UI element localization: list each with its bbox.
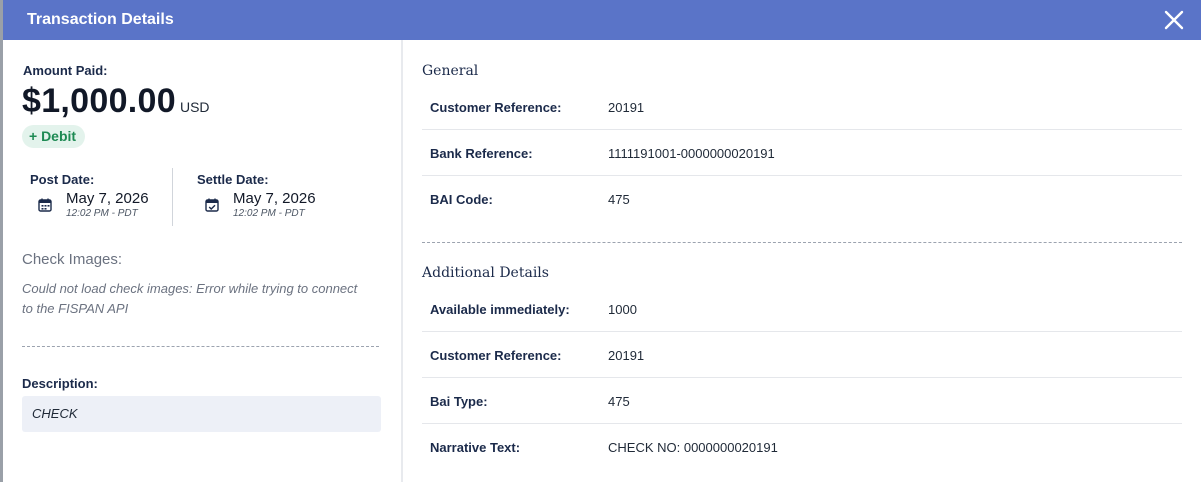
- debit-badge: + Debit: [22, 125, 86, 148]
- amount-label: Amount Paid:: [23, 63, 108, 78]
- detail-label: Available immediately:: [430, 302, 570, 317]
- detail-value: 475: [608, 394, 630, 409]
- calendar-icon: [38, 198, 52, 212]
- section-divider: [422, 242, 1182, 243]
- detail-label: BAI Code:: [430, 192, 493, 207]
- modal-header: Transaction Details: [3, 0, 1201, 40]
- summary-panel: Amount Paid: $1,000.00 USD + Debit Post D…: [3, 40, 401, 482]
- settle-date-time: 12:02 PM - PDT: [233, 208, 305, 219]
- description-value: CHECK: [22, 396, 381, 432]
- detail-row: Customer Reference: 20191: [422, 332, 1182, 378]
- post-date-label: Post Date:: [30, 172, 95, 187]
- settle-date-value: May 7, 2026: [233, 190, 316, 207]
- additional-details-title: Additional Details: [422, 265, 549, 281]
- detail-value: 20191: [608, 348, 645, 363]
- amount-value: $1,000.00: [22, 82, 176, 120]
- detail-value: 1000: [608, 302, 637, 317]
- post-date-time: 12:02 PM - PDT: [66, 208, 138, 219]
- detail-value: 20191: [608, 100, 645, 115]
- detail-value: 475: [608, 192, 630, 207]
- date-separator: [172, 168, 173, 226]
- settle-date-label: Settle Date:: [197, 172, 269, 187]
- detail-row: Bank Reference: 1111191001-0000000020191: [422, 130, 1182, 176]
- description-label: Description:: [22, 376, 98, 391]
- amount-currency: USD: [179, 99, 210, 115]
- detail-row: Bai Type: 475: [422, 378, 1182, 424]
- close-icon[interactable]: [1163, 9, 1185, 31]
- detail-label: Bai Type:: [430, 394, 488, 409]
- section-divider: [22, 346, 379, 347]
- detail-row: Customer Reference: 20191: [422, 84, 1182, 130]
- modal-title: Transaction Details: [27, 11, 174, 28]
- detail-label: Narrative Text:: [430, 440, 521, 455]
- detail-row: Narrative Text: CHECK NO: 0000000020191: [422, 424, 1182, 470]
- calendar-check-icon: [205, 198, 219, 212]
- details-panel: General Customer Reference: 20191 Bank R…: [403, 40, 1201, 482]
- post-date: Post Date: May 7, 2026 12:02 PM - PDT: [30, 172, 149, 219]
- check-images-title: Check Images:: [22, 251, 123, 268]
- detail-label: Customer Reference:: [430, 100, 562, 115]
- settle-date: Settle Date: May 7, 2026 12:02 PM - PDT: [197, 172, 316, 219]
- amount-row: $1,000.00 USD: [22, 82, 210, 121]
- detail-value: 1111191001-0000000020191: [608, 146, 775, 161]
- detail-label: Customer Reference:: [430, 348, 562, 363]
- detail-row: Available immediately: 1000: [422, 286, 1182, 332]
- post-date-value: May 7, 2026: [66, 190, 149, 207]
- detail-row: BAI Code: 475: [422, 176, 1182, 222]
- general-title: General: [422, 63, 479, 79]
- detail-value: CHECK NO: 0000000020191: [608, 440, 778, 455]
- detail-label: Bank Reference:: [430, 146, 533, 161]
- check-images-error: Could not load check images: Error while…: [22, 281, 358, 316]
